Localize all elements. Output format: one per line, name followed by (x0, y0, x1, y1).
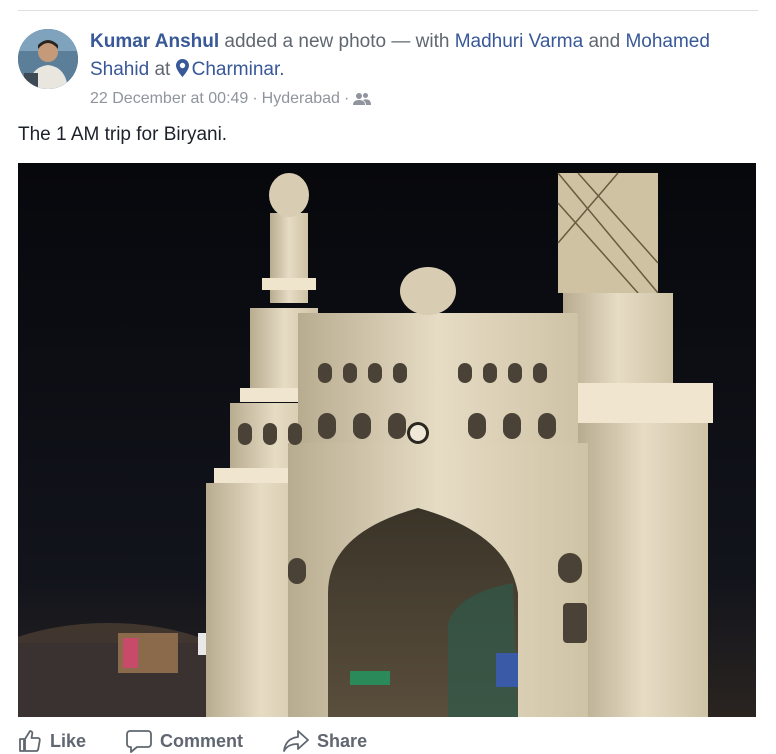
post-header: Kumar Anshul added a new photo — with Ma… (90, 28, 710, 84)
comment-icon (126, 730, 152, 753)
comment-label: Comment (160, 730, 244, 751)
with-text: — with (391, 31, 450, 52)
post-meta: 22 December at 00:49 · Hyderabad · (90, 88, 372, 110)
post-photo[interactable] (18, 163, 756, 717)
and-text: and (588, 31, 621, 52)
divider (18, 10, 758, 11)
charminar-photo (18, 163, 756, 717)
post-caption: The 1 AM trip for Biryani. (18, 124, 228, 145)
separator: · (343, 90, 350, 107)
map-pin-icon (175, 59, 189, 77)
at-text: at (154, 59, 171, 80)
location-label: Charminar. (191, 59, 285, 80)
tagged-person-1[interactable]: Madhuri Varma (455, 31, 583, 52)
place-label[interactable]: Hyderabad (262, 88, 340, 110)
action-text: added a new photo (224, 31, 387, 52)
separator: · (252, 90, 258, 107)
avatar[interactable] (18, 29, 78, 89)
thumbs-up-icon (19, 730, 41, 752)
share-button[interactable]: Share (283, 729, 367, 753)
post-card: Kumar Anshul added a new photo — with Ma… (0, 0, 776, 754)
timestamp[interactable]: 22 December at 00:49 (90, 88, 248, 110)
like-label: Like (50, 730, 87, 751)
action-bar: Like Comment Share (18, 728, 758, 754)
share-icon (283, 730, 309, 752)
comment-button[interactable]: Comment (126, 729, 243, 753)
avatar-image (18, 29, 78, 89)
friends-icon[interactable] (353, 92, 372, 106)
author-name[interactable]: Kumar Anshul (90, 31, 219, 52)
share-label: Share (317, 730, 368, 751)
like-button[interactable]: Like (18, 729, 86, 753)
location-link[interactable]: Charminar. (175, 59, 285, 80)
